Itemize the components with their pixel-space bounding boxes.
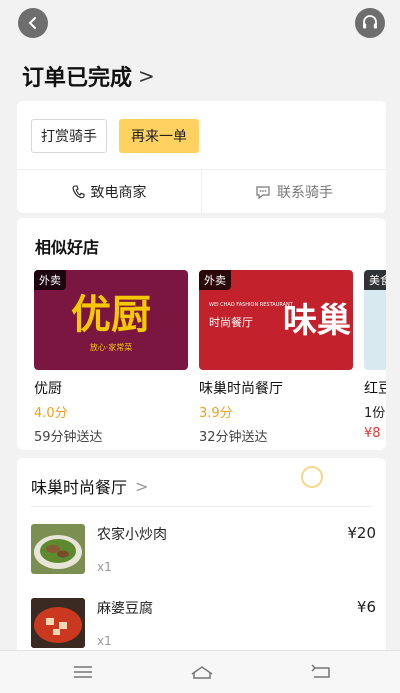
shop-rating: 4.0分 <box>34 406 68 421</box>
item-price: ¥20 <box>347 524 376 542</box>
order-status-text: 订单已完成 <box>22 66 133 91</box>
loading-indicator <box>301 466 323 488</box>
svg-text:WEI CHAO FASHION RESTAURANT: WEI CHAO FASHION RESTAURANT <box>209 302 294 308</box>
contact-rider-button[interactable]: 联系骑手 <box>202 170 386 213</box>
shop-price: ¥8 <box>364 426 381 441</box>
shop-image: 优厨 放心·家常菜 外卖 <box>34 270 188 370</box>
order-item: 农家小炒肉 x1 ¥20 <box>31 524 376 584</box>
phone-icon <box>71 184 85 198</box>
menu-button[interactable] <box>70 661 96 683</box>
reorder-button[interactable]: 再来一单 <box>119 119 199 153</box>
item-name: 农家小炒肉 <box>97 527 167 543</box>
item-name: 麻婆豆腐 <box>97 601 153 617</box>
chevron-right-icon: > <box>135 476 149 496</box>
top-bar <box>0 0 400 48</box>
svg-text:时尚餐厅: 时尚餐厅 <box>209 315 253 329</box>
shop-tag: 美食 <box>364 270 386 290</box>
shop-rating: 1份 <box>364 406 386 421</box>
divider <box>31 506 372 507</box>
system-nav-bar <box>0 650 400 693</box>
action-buttons: 打赏骑手 再来一单 <box>31 119 199 153</box>
home-icon <box>191 666 213 679</box>
customer-service-button[interactable] <box>355 8 385 38</box>
order-status-title[interactable]: 订单已完成 > <box>22 60 155 92</box>
shop-tag: 外卖 <box>34 270 66 290</box>
chat-bubble-icon <box>256 185 270 199</box>
section-title: 相似好店 <box>35 238 100 257</box>
item-quantity: x1 <box>97 634 112 648</box>
shop-card-partial[interactable]: 美食 红豆 1份 ¥8 <box>364 270 386 445</box>
svg-text:优厨: 优厨 <box>71 292 151 338</box>
shop-name: 优厨 <box>34 381 62 397</box>
restaurant-name: 味巢时尚餐厅 <box>31 478 128 497</box>
item-quantity: x1 <box>97 560 112 574</box>
food-thumbnail <box>31 524 85 574</box>
call-merchant-button[interactable]: 致电商家 <box>17 170 202 213</box>
shop-carousel[interactable]: 优厨 放心·家常菜 外卖 优厨 4.0分 59分钟送达 WEI CHAO FAS… <box>34 270 386 445</box>
return-icon <box>311 664 330 678</box>
shop-card-weichao[interactable]: WEI CHAO FASHION RESTAURANT 时尚餐厅 味巢 外卖 味… <box>199 270 353 445</box>
item-price: ¥6 <box>356 598 376 616</box>
shop-name: 红豆 <box>364 381 386 397</box>
restaurant-link[interactable]: 味巢时尚餐厅 > <box>31 474 148 498</box>
headset-icon <box>363 15 377 29</box>
svg-text:放心·家常菜: 放心·家常菜 <box>90 342 133 352</box>
chevron-right-icon: > <box>138 64 155 88</box>
svg-text:味巢: 味巢 <box>283 301 351 341</box>
shop-image: 美食 <box>364 270 386 370</box>
call-merchant-label: 致电商家 <box>90 184 147 201</box>
shop-delivery-time: 59分钟送达 <box>34 430 103 445</box>
similar-shops-card: 相似好店 优厨 放心·家常菜 外卖 优厨 4.0分 59分钟送达 WEI CHA… <box>17 218 386 450</box>
shop-rating: 3.9分 <box>199 406 233 421</box>
order-item: 麻婆豆腐 x1 ¥6 <box>31 598 376 658</box>
back-nav-button[interactable] <box>308 661 334 683</box>
order-detail-card: 味巢时尚餐厅 > 农家小炒肉 x1 ¥20 麻婆豆腐 x1 ¥6 <box>17 458 386 658</box>
shop-image: WEI CHAO FASHION RESTAURANT 时尚餐厅 味巢 外卖 <box>199 270 353 370</box>
shop-name: 味巢时尚餐厅 <box>199 381 283 397</box>
shop-delivery-time: 32分钟送达 <box>199 430 268 445</box>
contact-row: 致电商家 联系骑手 <box>17 169 386 213</box>
contact-rider-label: 联系骑手 <box>277 184 333 201</box>
shop-card-youchu[interactable]: 优厨 放心·家常菜 外卖 优厨 4.0分 59分钟送达 <box>34 270 188 445</box>
chevron-left-icon <box>28 17 36 29</box>
back-button[interactable] <box>18 8 48 38</box>
food-thumbnail <box>31 598 85 648</box>
order-actions-card: 打赏骑手 再来一单 致电商家 联系骑手 <box>17 101 386 213</box>
home-button[interactable] <box>189 661 215 683</box>
menu-icon <box>74 666 92 678</box>
shop-tag: 外卖 <box>199 270 231 290</box>
tip-rider-button[interactable]: 打赏骑手 <box>31 119 107 153</box>
